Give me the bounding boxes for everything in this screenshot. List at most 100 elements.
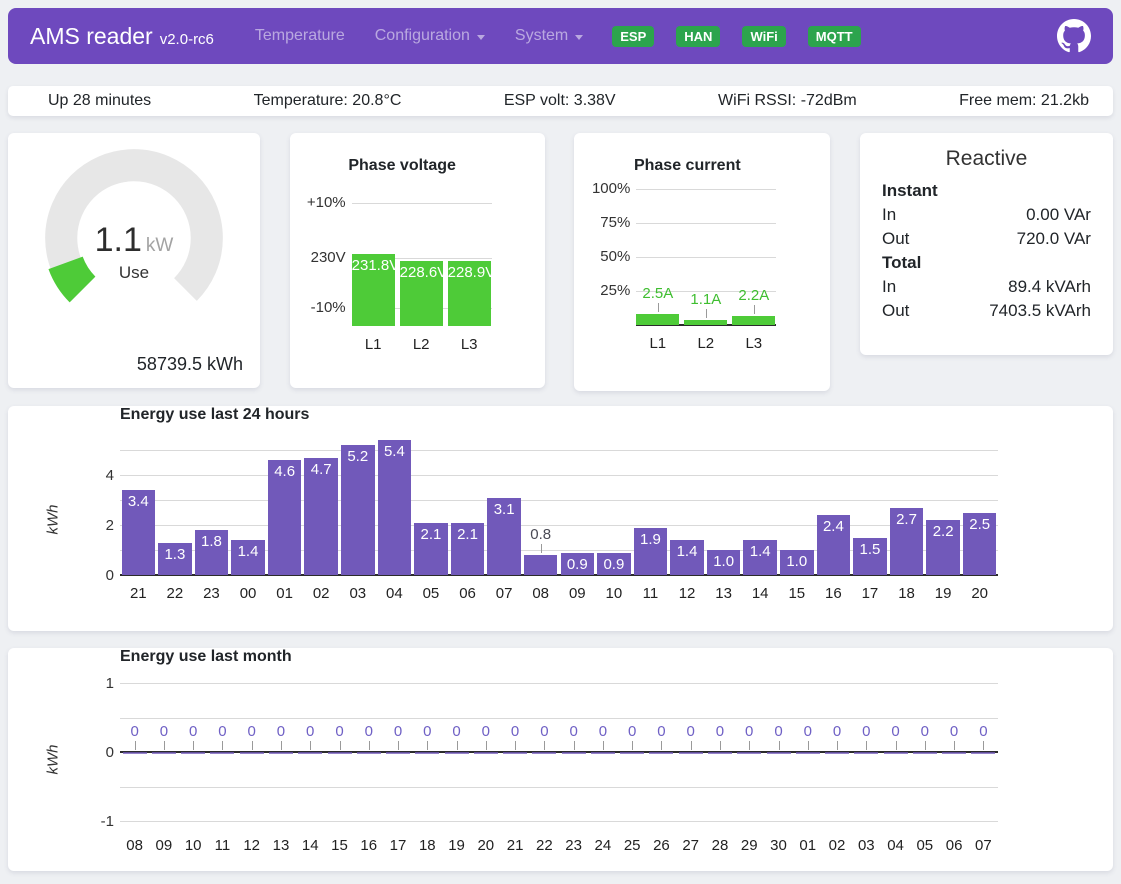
label-leader-line — [369, 741, 370, 750]
bar-value-label: 0 — [854, 723, 878, 740]
y-tick-label: 2 — [80, 517, 114, 534]
x-tick-label: 13 — [266, 837, 295, 854]
bar-value-label: 0 — [649, 723, 673, 740]
reactive-row: Out 7403.5 kVArh — [882, 299, 1091, 323]
bar-value-label: 2.5A — [636, 285, 679, 302]
bar-value-label: 0 — [796, 723, 820, 740]
bar-value-label: 0 — [210, 723, 234, 740]
bar — [796, 752, 820, 754]
status-badge-han: HAN — [676, 26, 720, 47]
nav-item-system[interactable]: System — [502, 19, 596, 53]
x-tick-label: 18 — [413, 837, 442, 854]
label-leader-line — [808, 741, 809, 750]
x-tick-label: 09 — [149, 837, 178, 854]
x-tick-label: 27 — [676, 837, 705, 854]
bar-value-label: 1.9 — [634, 528, 668, 548]
label-leader-line — [574, 741, 575, 750]
esp-volt-text: ESP volt: 3.38V — [504, 92, 616, 110]
uptime-text: Up 28 minutes — [48, 92, 151, 110]
bar — [357, 752, 381, 754]
nav-item-configuration[interactable]: Configuration — [362, 19, 498, 53]
x-tick-label: 29 — [735, 837, 764, 854]
bar-value-label: 0 — [123, 723, 147, 740]
gridline — [636, 223, 776, 224]
bar-value-label: 2.2A — [732, 287, 775, 304]
bar — [732, 316, 775, 325]
reactive-row-label: In — [882, 203, 896, 227]
bar: 3.1 — [487, 498, 521, 576]
github-link[interactable] — [1057, 19, 1091, 53]
bar-value-label: 5.4 — [378, 440, 412, 460]
gauge-center: 1.1kW Use — [8, 221, 260, 283]
bar-value-label: 2.4 — [817, 515, 851, 535]
bar-value-label: 228.9V — [448, 261, 491, 281]
y-tick-label: 25% — [580, 282, 630, 299]
x-tick-label: L3 — [732, 335, 775, 352]
bar-value-label: 0 — [562, 723, 586, 740]
y-tick-label: 4 — [80, 467, 114, 484]
chart-title: Phase voltage — [290, 157, 545, 175]
label-leader-line — [486, 741, 487, 750]
reactive-row-value: 720.0 VAr — [1017, 227, 1091, 251]
x-tick-label: L1 — [636, 335, 679, 352]
bar-value-label: 0 — [737, 723, 761, 740]
label-leader-line — [837, 741, 838, 750]
bar — [767, 752, 791, 754]
label-leader-line — [544, 741, 545, 750]
bar-value-label: 1.4 — [231, 540, 265, 560]
gridline — [120, 821, 998, 822]
label-leader-line — [754, 305, 755, 314]
bar — [854, 752, 878, 754]
bar: 5.2 — [341, 445, 375, 575]
x-tick-label: 07 — [969, 837, 998, 854]
x-tick-label: 05 — [413, 585, 450, 602]
x-tick-label: 19 — [925, 585, 962, 602]
navbar: AMS reader v2.0-rc6 Temperature Configur… — [8, 8, 1113, 64]
bar-value-label: 5.2 — [341, 445, 375, 465]
label-leader-line — [252, 741, 253, 750]
x-tick-label: 10 — [179, 837, 208, 854]
y-tick-label: 75% — [580, 214, 630, 231]
bar-value-label: 0.9 — [561, 553, 595, 573]
bar: 1.5 — [853, 538, 887, 576]
brand[interactable]: AMS reader v2.0-rc6 — [30, 23, 214, 50]
nav-item-temperature[interactable]: Temperature — [242, 19, 358, 53]
chevron-down-icon — [575, 35, 583, 40]
label-leader-line — [706, 309, 707, 318]
x-tick-label: 06 — [449, 585, 486, 602]
gridline — [352, 203, 492, 204]
nav-item-label: System — [515, 27, 568, 45]
chart-title: Phase current — [574, 157, 830, 175]
bar: 1.8 — [195, 530, 229, 575]
bar-value-label: 0 — [708, 723, 732, 740]
gridline — [120, 787, 998, 788]
github-icon — [1057, 19, 1091, 53]
gridline — [120, 683, 998, 684]
bar — [737, 752, 761, 754]
status-badge-mqtt: MQTT — [808, 26, 861, 47]
bar: 228.9V — [448, 261, 491, 326]
bar — [708, 752, 732, 754]
bar — [684, 320, 727, 325]
x-tick-label: 10 — [596, 585, 633, 602]
bar — [328, 752, 352, 754]
gauge-label: Use — [8, 263, 260, 283]
bar — [474, 752, 498, 754]
x-tick-label: 08 — [120, 837, 149, 854]
bar-value-label: 0 — [181, 723, 205, 740]
x-tick-label: 04 — [376, 585, 413, 602]
gridline — [120, 450, 998, 451]
bar — [532, 752, 556, 754]
x-tick-label: 13 — [705, 585, 742, 602]
y-tick-label: -10% — [296, 299, 346, 316]
gridline — [636, 189, 776, 190]
reactive-section-label: Total — [882, 251, 1091, 275]
bar — [524, 555, 558, 575]
bar: 1.9 — [634, 528, 668, 576]
chevron-down-icon — [477, 35, 485, 40]
x-tick-label: 23 — [559, 837, 588, 854]
reactive-card: Reactive Instant In 0.00 VAr Out 720.0 V… — [860, 133, 1113, 355]
bar: 2.4 — [817, 515, 851, 575]
bar: 1.0 — [780, 550, 814, 575]
reactive-row-label: Out — [882, 227, 909, 251]
